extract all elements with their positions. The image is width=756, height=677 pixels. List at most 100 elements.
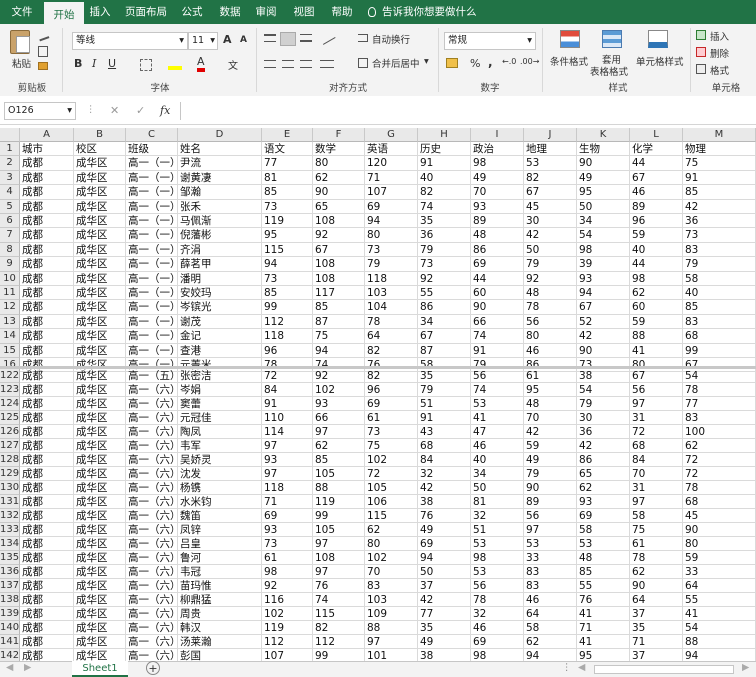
cell-h140[interactable]: 35: [418, 621, 471, 635]
row-header[interactable]: 130: [0, 481, 20, 495]
cell-h132[interactable]: 76: [418, 509, 471, 523]
cell-j138[interactable]: 46: [524, 593, 577, 607]
cell-j2[interactable]: 53: [524, 156, 577, 171]
cell-l3[interactable]: 67: [630, 170, 683, 186]
cell-k136[interactable]: 85: [577, 565, 630, 579]
cell-j135[interactable]: 33: [524, 551, 577, 565]
cell-h138[interactable]: 42: [418, 593, 471, 607]
cell-h13[interactable]: 34: [418, 314, 471, 330]
cell-h3[interactable]: 40: [418, 170, 471, 186]
insert-cells-button[interactable]: 插入: [710, 29, 729, 43]
cell-e126[interactable]: 114: [262, 425, 313, 439]
cell-j126[interactable]: 42: [524, 425, 577, 439]
cell-e136[interactable]: 98: [262, 565, 313, 579]
cell-a4[interactable]: 成都: [20, 185, 74, 200]
cell-a2[interactable]: 成都: [20, 156, 74, 171]
cell-m136[interactable]: 33: [683, 565, 756, 579]
cell-c137[interactable]: 高一（六）: [126, 579, 178, 593]
cell-m131[interactable]: 68: [683, 495, 756, 509]
cell-c15[interactable]: 高一（一）: [126, 343, 178, 358]
cell-h133[interactable]: 49: [418, 523, 471, 537]
cell-b138[interactable]: 成华区: [74, 593, 126, 607]
tab-file[interactable]: 文件: [0, 0, 44, 24]
cell-i136[interactable]: 53: [471, 565, 524, 579]
cell-h139[interactable]: 77: [418, 607, 471, 621]
cell-d140[interactable]: 韩汉: [178, 621, 262, 635]
align-center-icon[interactable]: [282, 60, 294, 68]
cell-a126[interactable]: 成都: [20, 425, 74, 439]
cell-c138[interactable]: 高一（六）: [126, 593, 178, 607]
cell-b133[interactable]: 成华区: [74, 523, 126, 537]
cell-b3[interactable]: 成华区: [74, 170, 126, 186]
cell-g125[interactable]: 61: [365, 411, 418, 425]
cell-g132[interactable]: 115: [365, 509, 418, 523]
comma-style-button[interactable]: ,: [488, 55, 493, 69]
cell-c129[interactable]: 高一（六）: [126, 467, 178, 481]
align-middle-icon[interactable]: [280, 32, 296, 46]
cell-k140[interactable]: 71: [577, 621, 630, 635]
cell-c139[interactable]: 高一（六）: [126, 607, 178, 621]
cell-m128[interactable]: 72: [683, 453, 756, 467]
cell-a8[interactable]: 成都: [20, 242, 74, 258]
cell-k5[interactable]: 50: [577, 199, 630, 214]
cell-f125[interactable]: 66: [313, 411, 365, 425]
cell-i7[interactable]: 48: [471, 228, 524, 243]
row-header[interactable]: 8: [0, 242, 20, 258]
paste-button[interactable]: 粘贴: [12, 56, 31, 70]
cell-d2[interactable]: 尹流: [178, 156, 262, 171]
cell-m10[interactable]: 58: [683, 271, 756, 286]
cell-h128[interactable]: 84: [418, 453, 471, 467]
cell-f10[interactable]: 108: [313, 271, 365, 286]
cell-a131[interactable]: 成都: [20, 495, 74, 509]
column-header-l[interactable]: L: [630, 128, 683, 142]
cell-k10[interactable]: 93: [577, 271, 630, 286]
cell-k15[interactable]: 90: [577, 343, 630, 358]
cell-e134[interactable]: 73: [262, 537, 313, 551]
row-header[interactable]: 5: [0, 199, 20, 214]
cell-j133[interactable]: 97: [524, 523, 577, 537]
increase-font-size-button[interactable]: A: [223, 33, 232, 46]
cell-c8[interactable]: 高一（一）: [126, 242, 178, 258]
cell-a139[interactable]: 成都: [20, 607, 74, 621]
align-top-icon[interactable]: [264, 34, 276, 42]
cell-m133[interactable]: 90: [683, 523, 756, 537]
cell-k11[interactable]: 94: [577, 286, 630, 301]
cell-d7[interactable]: 倪藩彬: [178, 228, 262, 243]
cell-b137[interactable]: 成华区: [74, 579, 126, 593]
cell-l1[interactable]: 化学: [630, 142, 683, 157]
cell-j130[interactable]: 90: [524, 481, 577, 495]
cell-h2[interactable]: 91: [418, 156, 471, 171]
delete-cells-button[interactable]: 删除: [710, 46, 729, 60]
cell-g131[interactable]: 106: [365, 495, 418, 509]
cell-i8[interactable]: 86: [471, 242, 524, 258]
cell-l135[interactable]: 78: [630, 551, 683, 565]
cell-m138[interactable]: 55: [683, 593, 756, 607]
row-header[interactable]: 122: [0, 369, 20, 383]
phonetic-button[interactable]: 文: [228, 57, 238, 72]
cell-k13[interactable]: 52: [577, 314, 630, 330]
cell-k6[interactable]: 34: [577, 214, 630, 229]
cell-g15[interactable]: 82: [365, 343, 418, 358]
tab-help[interactable]: 帮助: [326, 0, 358, 24]
cell-b139[interactable]: 成华区: [74, 607, 126, 621]
cell-i126[interactable]: 47: [471, 425, 524, 439]
cell-g128[interactable]: 102: [365, 453, 418, 467]
cell-c133[interactable]: 高一（六）: [126, 523, 178, 537]
cell-k8[interactable]: 98: [577, 242, 630, 258]
cell-a9[interactable]: 成都: [20, 257, 74, 272]
cell-c2[interactable]: 高一（一）: [126, 156, 178, 171]
cell-f3[interactable]: 62: [313, 170, 365, 186]
decrease-decimal-icon[interactable]: .00→: [520, 57, 539, 66]
cell-i124[interactable]: 53: [471, 397, 524, 411]
cell-f1[interactable]: 数学: [313, 142, 365, 157]
cell-c135[interactable]: 高一（六）: [126, 551, 178, 565]
cell-g1[interactable]: 英语: [365, 142, 418, 157]
cell-g2[interactable]: 120: [365, 156, 418, 171]
cell-m132[interactable]: 45: [683, 509, 756, 523]
italic-button[interactable]: I: [92, 57, 96, 70]
cell-b1[interactable]: 校区: [74, 142, 126, 157]
cell-e12[interactable]: 99: [262, 300, 313, 315]
cell-d139[interactable]: 周贵: [178, 607, 262, 621]
cell-j127[interactable]: 59: [524, 439, 577, 453]
align-left-icon[interactable]: [264, 60, 276, 68]
